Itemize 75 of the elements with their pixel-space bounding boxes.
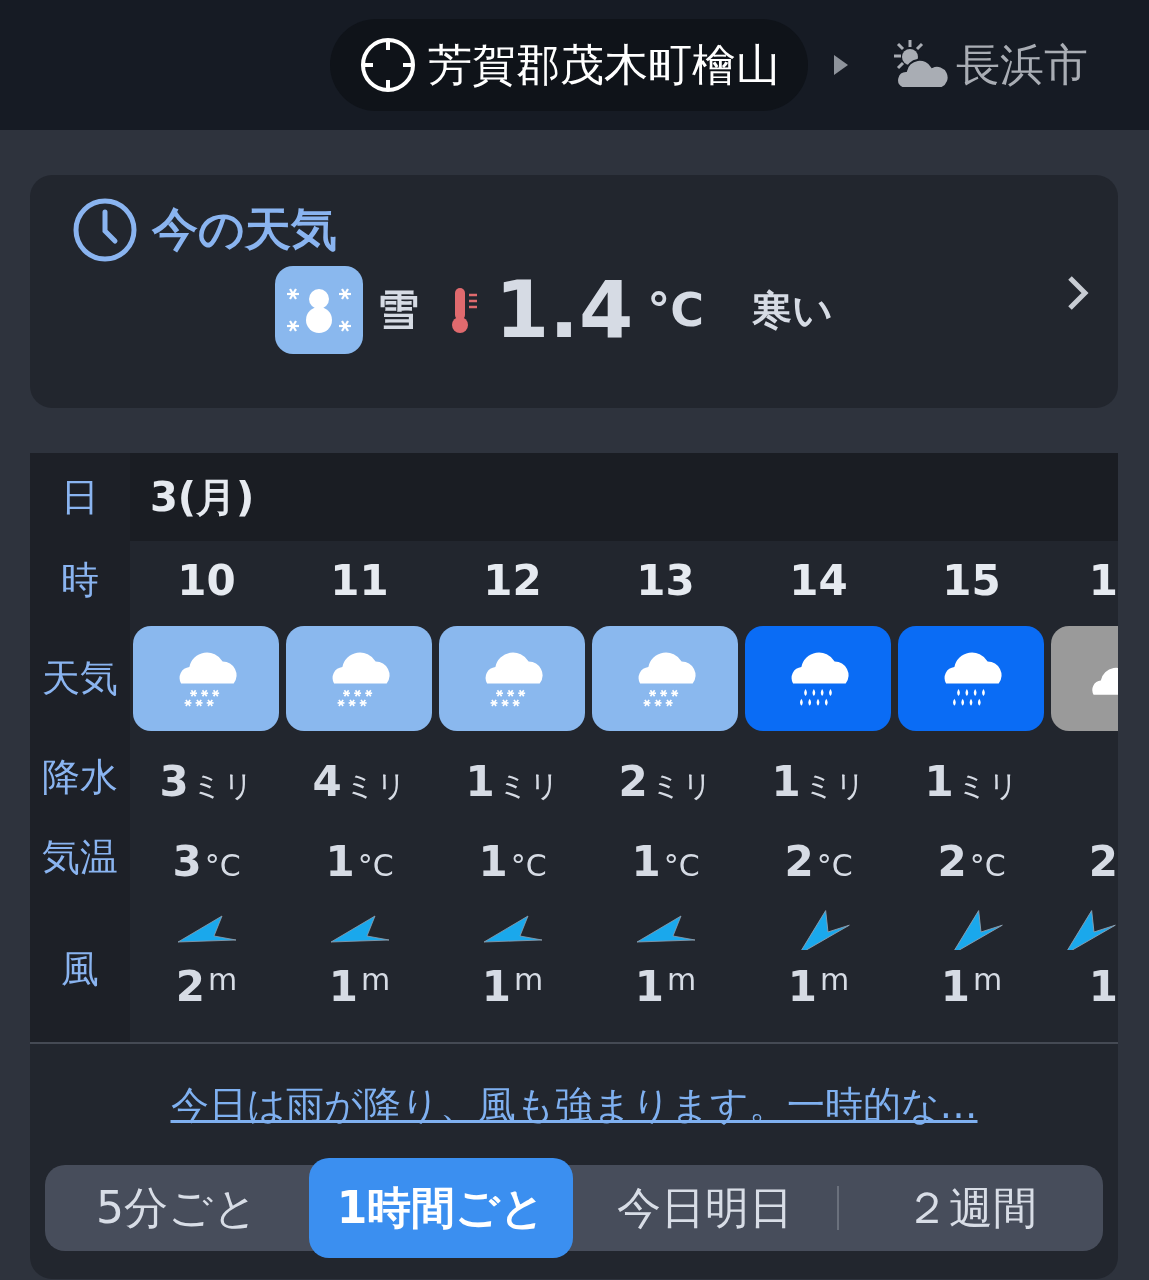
wind-arrow-icon — [177, 915, 236, 942]
unit-label: °C — [816, 848, 853, 883]
temperature-value: 3 — [172, 837, 202, 886]
interval-tab[interactable]: 今日明日 — [573, 1165, 837, 1251]
next-location-tab[interactable]: 長浜市 — [888, 35, 1088, 95]
wind-arrow-icon — [330, 915, 389, 942]
unit-label: ミリ — [497, 767, 560, 805]
row-label: 気温 — [42, 833, 118, 881]
weather-label: 雪 — [377, 284, 419, 336]
unit-label: ミリ — [191, 767, 254, 805]
feeling-label: 寒い — [751, 285, 833, 335]
hour-label: 10 — [177, 555, 236, 605]
precipitation-value: 3 — [159, 757, 189, 806]
wind-arrow-icon — [1064, 909, 1116, 950]
row-label: 風 — [61, 946, 99, 993]
wind-arrow-icon — [798, 909, 850, 950]
temperature-value: 2 — [784, 837, 814, 886]
temperature-value: 1 — [478, 837, 508, 886]
row-label: 降水 — [42, 753, 118, 801]
wind-speed-value: 1 — [481, 962, 511, 1011]
row-label: 日 — [61, 473, 99, 521]
precipitation-value: 1 — [465, 757, 495, 806]
interval-tab[interactable]: ２週間 — [839, 1165, 1103, 1251]
unit-label: °C — [510, 848, 547, 883]
clock-icon — [72, 197, 138, 263]
hour-label: 15 — [942, 555, 1001, 605]
interval-tab[interactable]: 5分ごと — [45, 1165, 309, 1251]
hour-label: 11 — [330, 555, 389, 605]
current-weather-card[interactable]: 今の天気 雪 1.4 °C 寒い — [30, 175, 1118, 408]
wind-speed-value: 1 — [787, 962, 817, 1011]
unit-label: m — [208, 962, 238, 997]
unit-label: m — [820, 962, 850, 997]
precipitation-value: 1 — [924, 757, 954, 806]
temperature-value: 2 — [1088, 837, 1118, 886]
hour-label: 1 — [1088, 555, 1118, 605]
unit-label: °C — [204, 848, 241, 883]
wind-speed-value: 1 — [1088, 962, 1118, 1011]
row-label: 天気 — [42, 654, 118, 702]
crosshair-icon — [358, 35, 418, 95]
unit-label: ミリ — [650, 767, 713, 805]
temperature-value: 1 — [631, 837, 661, 886]
wind-arrow-icon — [951, 909, 1003, 950]
location-selector[interactable]: 芳賀郡茂木町檜山 — [330, 19, 808, 111]
hour-label: 14 — [789, 555, 848, 605]
unit-label: ミリ — [344, 767, 407, 805]
date-label: 3(月) — [150, 472, 255, 522]
wind-speed-value: 1 — [328, 962, 358, 1011]
unit-label: m — [514, 962, 544, 997]
unit-label: °C — [663, 848, 700, 883]
forecast-summary-link[interactable]: 今日は雨が降り、風も強まります。一時的な… — [170, 1080, 978, 1131]
unit-label: °C — [647, 283, 704, 337]
precipitation-value: 4 — [312, 757, 342, 806]
unit-label: m — [667, 962, 697, 997]
wind-speed-value: 2 — [175, 962, 205, 1011]
unit-label: ミリ — [803, 767, 866, 805]
wind-arrow-icon — [483, 915, 542, 942]
wind-speed-value: 1 — [634, 962, 664, 1011]
precipitation-value: 2 — [618, 757, 648, 806]
temperature-value: 1.4 — [495, 265, 634, 355]
wind-arrow-icon — [636, 915, 695, 942]
unit-label: ミリ — [956, 767, 1019, 805]
snow-icon — [275, 266, 363, 354]
unit-label: °C — [969, 848, 1006, 883]
unit-label: m — [973, 962, 1003, 997]
precipitation-value: 1 — [771, 757, 801, 806]
temperature-value: 2 — [937, 837, 967, 886]
hour-label: 12 — [483, 555, 542, 605]
unit-label: °C — [357, 848, 394, 883]
unit-label: m — [361, 962, 391, 997]
hour-label: 13 — [636, 555, 695, 605]
row-label: 時 — [61, 556, 99, 604]
triangle-icon — [832, 53, 850, 77]
temperature-value: 1 — [325, 837, 355, 886]
current-weather-title: 今の天気 — [152, 201, 337, 258]
wind-speed-value: 1 — [940, 962, 970, 1011]
